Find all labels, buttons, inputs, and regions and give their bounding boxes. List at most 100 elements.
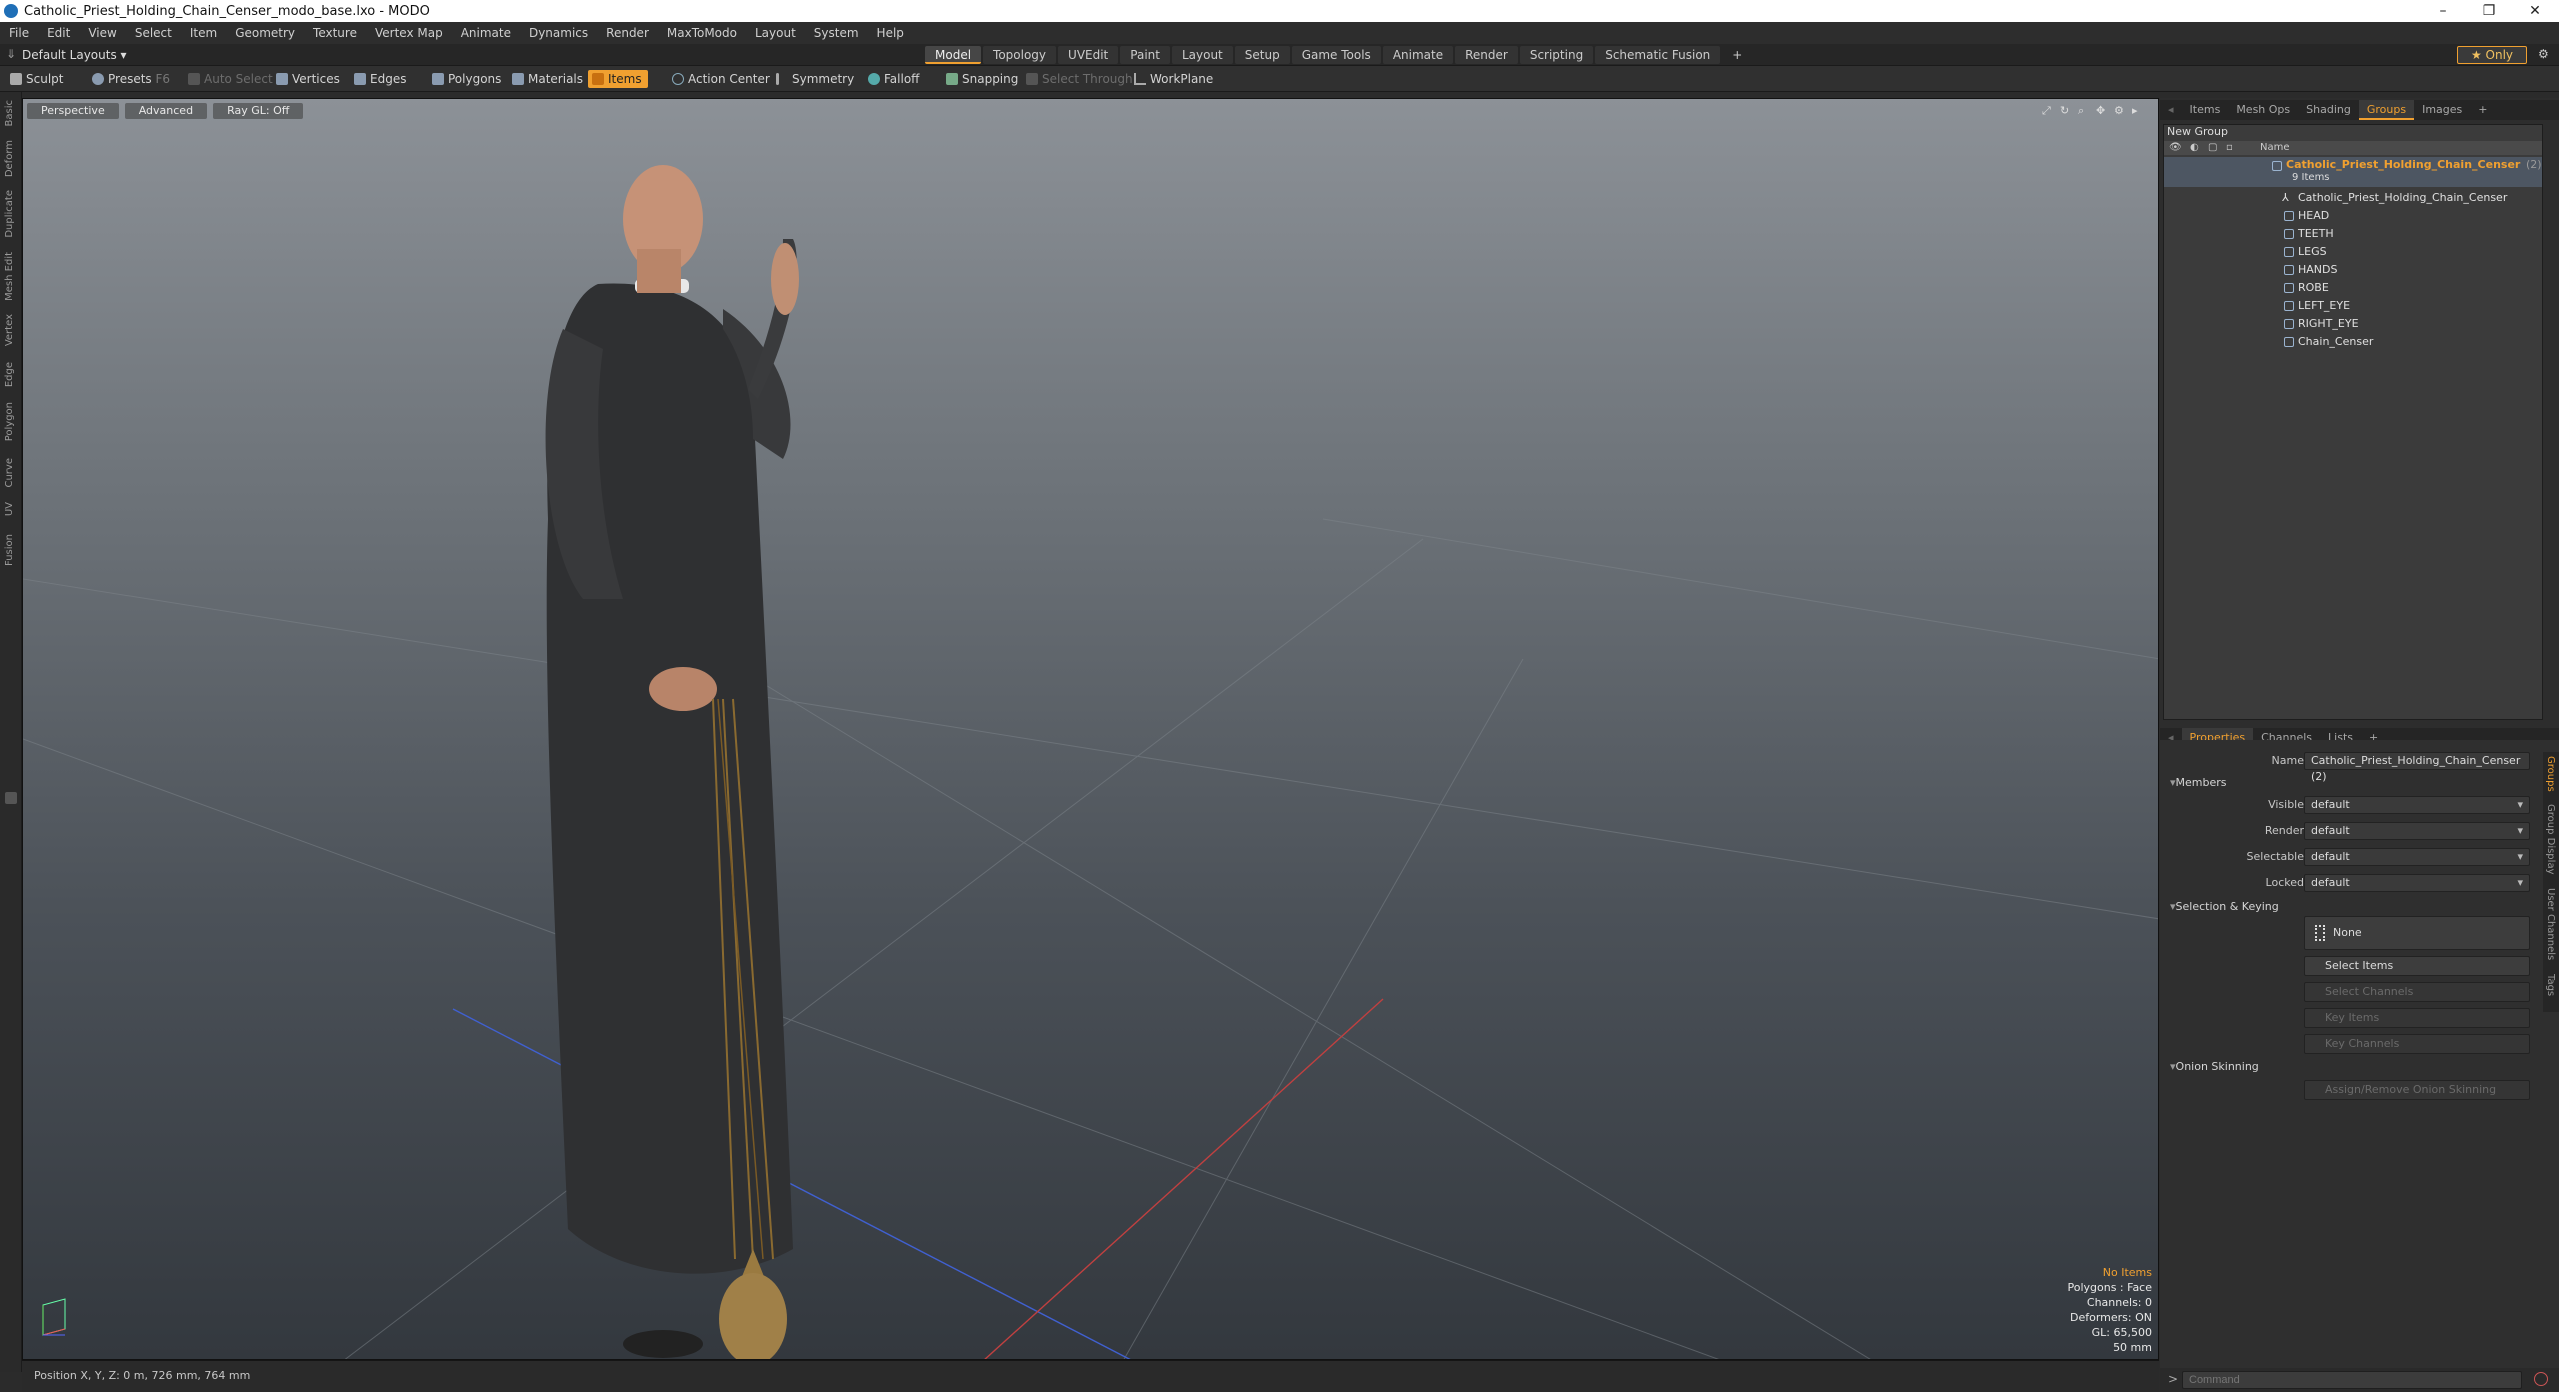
render-dropdown[interactable]: default — [2304, 822, 2530, 840]
menu-animate[interactable]: Animate — [452, 26, 520, 40]
menu-system[interactable]: System — [805, 26, 868, 40]
tab-vertex[interactable]: Vertex — [4, 314, 15, 346]
fit-view-icon[interactable]: ⤢ — [2042, 105, 2054, 117]
pan-view-icon[interactable]: ✥ — [2096, 105, 2108, 117]
vertices-button[interactable]: Vertices — [272, 70, 346, 88]
tree-item-row[interactable]: LEFT_EYE — [2164, 297, 2542, 315]
falloff-button[interactable]: Falloff — [864, 70, 925, 88]
tree-item-row[interactable]: HANDS — [2164, 261, 2542, 279]
restore-icon[interactable]: ❐ — [2466, 0, 2512, 22]
menu-edit[interactable]: Edit — [38, 26, 79, 40]
menu-help[interactable]: Help — [868, 26, 913, 40]
menu-render[interactable]: Render — [597, 26, 658, 40]
side-tab-user-channels[interactable]: User Channels — [2545, 888, 2556, 960]
tab-paint[interactable]: Paint — [1120, 46, 1170, 64]
tree-item-row[interactable]: ⅄ Catholic_Priest_Holding_Chain_Censer — [2164, 189, 2542, 207]
layout-selector[interactable]: Default Layouts ▾ — [22, 46, 127, 64]
side-tab-group-display[interactable]: Group Display — [2545, 804, 2556, 874]
add-tab-button[interactable]: + — [1722, 46, 1752, 64]
group-row[interactable]: Catholic_Priest_Holding_Chain_Censer (2)… — [2164, 157, 2542, 187]
tab-edge[interactable]: Edge — [4, 362, 15, 387]
menu-texture[interactable]: Texture — [304, 26, 366, 40]
snapping-button[interactable]: Snapping — [942, 70, 1024, 88]
tab-items[interactable]: Items — [2182, 100, 2229, 120]
view-mode-dropdown[interactable]: Perspective — [27, 103, 119, 119]
visible-dropdown[interactable]: default — [2304, 796, 2530, 814]
only-toggle[interactable]: ★ Only — [2457, 46, 2527, 64]
key-channels-button[interactable]: Key Channels — [2304, 1034, 2530, 1054]
menu-vertex-map[interactable]: Vertex Map — [366, 26, 452, 40]
tab-layout[interactable]: Layout — [1171, 46, 1233, 64]
panel-toggle-icon[interactable] — [5, 792, 17, 804]
select-column-icon[interactable]: ▫ — [2226, 142, 2233, 153]
onion-skinning-section[interactable]: Onion Skinning — [2170, 1060, 2259, 1073]
tree-item-row[interactable]: TEETH — [2164, 225, 2542, 243]
tab-duplicate[interactable]: Duplicate — [4, 190, 15, 238]
tab-topology[interactable]: Topology — [983, 46, 1057, 64]
menu-layout[interactable]: Layout — [746, 26, 805, 40]
zoom-view-icon[interactable]: ⌕ — [2078, 105, 2090, 117]
select-items-button[interactable]: Select Items — [2304, 956, 2530, 976]
polygons-button[interactable]: Polygons — [428, 70, 507, 88]
side-tab-tags[interactable]: Tags — [2545, 974, 2556, 996]
menu-dynamics[interactable]: Dynamics — [520, 26, 597, 40]
selectable-dropdown[interactable]: default — [2304, 848, 2530, 866]
tab-mesh-edit[interactable]: Mesh Edit — [4, 252, 15, 301]
key-items-button[interactable]: Key Items — [2304, 1008, 2530, 1028]
pin-icon[interactable]: ⇓ — [6, 47, 16, 61]
minimize-icon[interactable]: – — [2420, 0, 2466, 22]
tree-item-row[interactable]: Chain_Censer — [2164, 333, 2542, 351]
panel-menu-icon[interactable]: ◂ — [2160, 100, 2182, 120]
tab-fusion[interactable]: Fusion — [4, 534, 15, 566]
tree-item-row[interactable]: LEGS — [2164, 243, 2542, 261]
items-button[interactable]: Items — [588, 70, 648, 88]
side-tab-groups[interactable]: Groups — [2545, 756, 2556, 792]
tab-deform[interactable]: Deform — [4, 140, 15, 177]
none-button[interactable]: None — [2304, 916, 2530, 950]
menu-maxtomodo[interactable]: MaxToModo — [658, 26, 746, 40]
symmetry-button[interactable]: Symmetry — [772, 70, 860, 88]
tab-render[interactable]: Render — [1455, 46, 1518, 64]
tab-polygon[interactable]: Polygon — [4, 402, 15, 441]
locked-dropdown[interactable]: default — [2304, 874, 2530, 892]
viewport-expand-icon[interactable]: ▸ — [2132, 105, 2144, 117]
name-field[interactable]: Catholic_Priest_Holding_Chain_Censer (2) — [2304, 752, 2530, 783]
tab-images[interactable]: Images — [2414, 100, 2470, 120]
rotate-view-icon[interactable]: ↻ — [2060, 105, 2072, 117]
tree-item-row[interactable]: ROBE — [2164, 279, 2542, 297]
raygl-toggle[interactable]: Ray GL: Off — [213, 103, 304, 119]
tab-setup[interactable]: Setup — [1234, 46, 1290, 64]
shading-dropdown[interactable]: Advanced — [124, 103, 208, 119]
tree-item-row[interactable]: HEAD — [2164, 207, 2542, 225]
3d-viewport[interactable]: Perspective Advanced Ray GL: Off ⤢ ↻ ⌕ ✥… — [22, 98, 2159, 1360]
lock-column-icon[interactable]: ▢ — [2208, 142, 2217, 153]
tab-schematic-fusion[interactable]: Schematic Fusion — [1595, 46, 1721, 64]
command-input[interactable] — [2182, 1371, 2522, 1389]
onion-skinning-button[interactable]: Assign/Remove Onion Skinning — [2304, 1080, 2530, 1100]
tree-item-row[interactable]: RIGHT_EYE — [2164, 315, 2542, 333]
add-panel-tab-button[interactable]: + — [2470, 100, 2495, 120]
tab-scripting[interactable]: Scripting — [1519, 46, 1594, 64]
select-through-button[interactable]: Select Through — [1022, 70, 1139, 88]
action-center-button[interactable]: Action Center — [668, 70, 776, 88]
tab-curve[interactable]: Curve — [4, 458, 15, 488]
visibility-column-icon[interactable]: 👁 — [2169, 142, 2182, 153]
tab-basic[interactable]: Basic — [4, 100, 15, 126]
presets-button[interactable]: Presets F6 — [88, 70, 176, 88]
menu-item[interactable]: Item — [181, 26, 226, 40]
select-channels-button[interactable]: Select Channels — [2304, 982, 2530, 1002]
gear-icon[interactable]: ⚙ — [2538, 47, 2549, 61]
members-section[interactable]: Members — [2170, 776, 2227, 789]
materials-button[interactable]: Materials — [508, 70, 589, 88]
menu-file[interactable]: File — [0, 26, 38, 40]
workplane-button[interactable]: WorkPlane — [1130, 70, 1219, 88]
tab-uv[interactable]: UV — [4, 502, 15, 516]
menu-geometry[interactable]: Geometry — [226, 26, 304, 40]
tab-shading[interactable]: Shading — [2298, 100, 2359, 120]
close-icon[interactable]: ✕ — [2512, 0, 2558, 22]
tab-animate[interactable]: Animate — [1382, 46, 1454, 64]
menu-select[interactable]: Select — [126, 26, 181, 40]
selection-keying-section[interactable]: Selection & Keying — [2170, 900, 2279, 913]
tab-model[interactable]: Model — [925, 46, 982, 64]
auto-select-button[interactable]: Auto Select — [184, 70, 279, 88]
